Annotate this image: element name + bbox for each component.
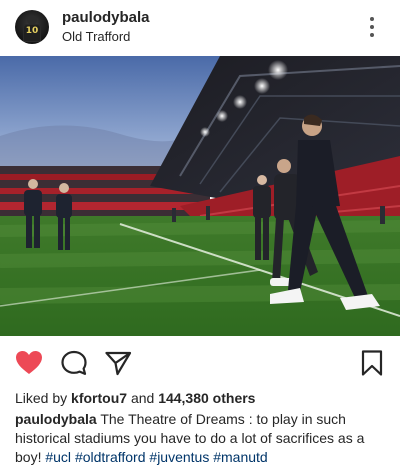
- likes-count[interactable]: 144,380 others: [158, 390, 255, 406]
- liked-by-user[interactable]: kfortou7: [71, 390, 127, 406]
- action-bar: [0, 336, 400, 386]
- caption: paulodybala The Theatre of Dreams : to p…: [15, 410, 393, 467]
- hashtag-manutd[interactable]: #manutd: [213, 449, 267, 465]
- hashtag-ucl[interactable]: #ucl: [45, 449, 71, 465]
- direct-share-icon[interactable]: [104, 349, 132, 377]
- post-location[interactable]: Old Trafford: [62, 29, 130, 44]
- post-photo[interactable]: [0, 56, 400, 336]
- likes-line[interactable]: Liked by kfortou7 and 144,380 others: [15, 390, 255, 406]
- stadium-photo: [0, 56, 400, 336]
- hashtag-juventus[interactable]: #juventus: [149, 449, 209, 465]
- bookmark-icon[interactable]: [358, 349, 386, 377]
- caption-username[interactable]: paulodybala: [15, 411, 97, 427]
- avatar-number: 10: [25, 26, 39, 36]
- post-header: 10 paulodybala Old Trafford: [0, 0, 400, 56]
- likes-joiner: and: [130, 390, 155, 406]
- heart-icon[interactable]: [15, 349, 43, 377]
- hashtag-oldtrafford[interactable]: #oldtrafford: [75, 449, 146, 465]
- post-username[interactable]: paulodybala: [62, 9, 150, 26]
- comment-icon[interactable]: [60, 349, 88, 377]
- avatar[interactable]: 10: [15, 10, 49, 44]
- likes-prefix: Liked by: [15, 390, 68, 406]
- more-options-icon[interactable]: [362, 14, 382, 40]
